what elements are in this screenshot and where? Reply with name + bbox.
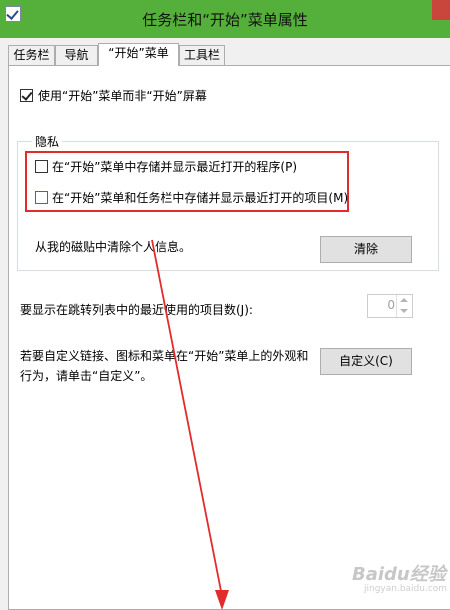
use-start-menu-checkbox[interactable]: [20, 89, 33, 102]
title-bar: 任务栏和“开始”菜单属性: [0, 0, 450, 38]
chevron-up-icon[interactable]: [400, 298, 408, 302]
jump-list-label: 要显示在跳转列表中的最近使用的项目数(J):: [20, 303, 253, 317]
store-items-label: 在“开始”菜单和任务栏中存储并显示最近打开的项目(M): [52, 191, 349, 205]
window-title: 任务栏和“开始”菜单属性: [142, 11, 308, 29]
jump-list-count-value: 0: [387, 298, 395, 312]
customize-text-line1: 若要自定义链接、图标和菜单在“开始”菜单上的外观和: [20, 349, 309, 363]
customize-button[interactable]: 自定义(C): [320, 348, 412, 375]
baidu-watermark-url: jingyan.baidu.com: [364, 584, 448, 594]
tab-toolbars[interactable]: 工具栏: [179, 45, 225, 65]
stepper-arrows: [396, 295, 412, 317]
jump-list-count-stepper[interactable]: 0: [367, 294, 413, 318]
store-programs-label: 在“开始”菜单中存储并显示最近打开的程序(P): [52, 160, 298, 174]
clear-tiles-text: 从我的磁贴中清除个人信息。: [35, 240, 192, 254]
customize-text-line2: 行为，请单击“自定义”。: [20, 369, 153, 383]
close-button[interactable]: [432, 0, 450, 20]
clear-button[interactable]: 清除: [320, 236, 412, 263]
tab-navigation[interactable]: 导航: [55, 45, 98, 65]
store-items-checkbox[interactable]: [35, 191, 48, 204]
privacy-group-title: 隐私: [32, 133, 63, 150]
baidu-watermark: Baidu经验: [352, 564, 446, 585]
tab-taskbar[interactable]: 任务栏: [8, 45, 55, 65]
use-start-menu-label: 使用“开始”菜单而非“开始”屏幕: [38, 89, 207, 103]
chevron-down-icon[interactable]: [400, 309, 408, 313]
tab-start-menu[interactable]: “开始”菜单: [98, 43, 179, 66]
store-programs-checkbox[interactable]: [35, 160, 48, 173]
